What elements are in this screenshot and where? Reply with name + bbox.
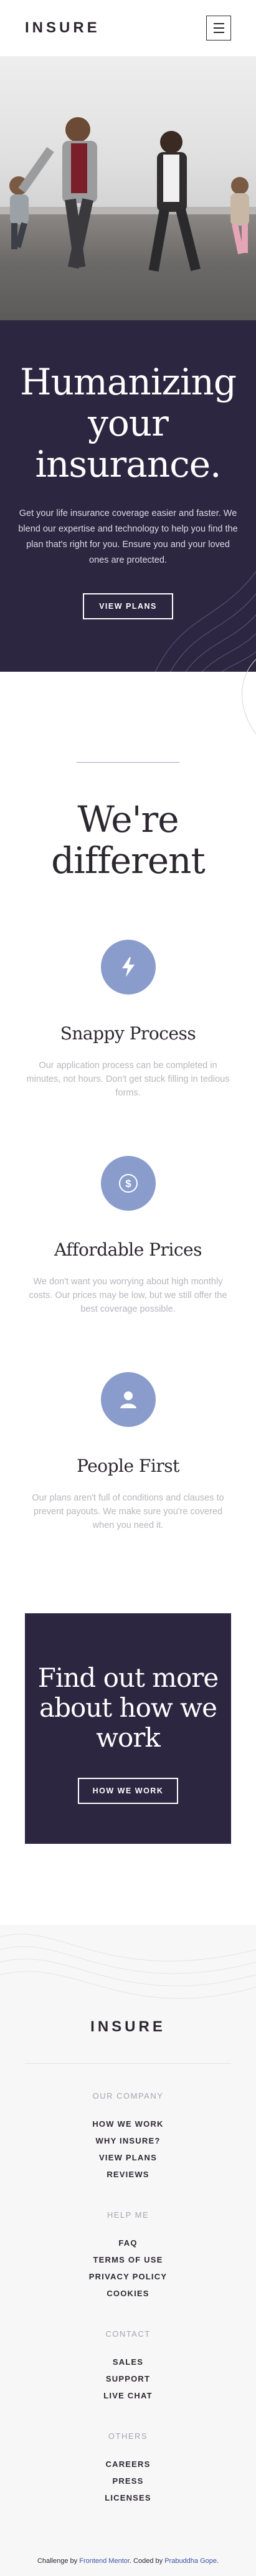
hero-title: Humanizing your insurance. <box>19 361 237 485</box>
site-logo[interactable]: INSURE <box>25 19 100 37</box>
footer-column-contact: CONTACT SALES SUPPORT LIVE CHAT <box>25 2329 231 2404</box>
feature-text: We don't want you worrying about high mo… <box>29 1277 227 1314</box>
footer-column-heading: OTHERS <box>108 2431 148 2441</box>
feature-affordable-prices: $ Affordable Prices We don't want you wo… <box>25 1156 231 1316</box>
footer-link-licenses[interactable]: LICENSES <box>25 2489 231 2506</box>
feature-title: People First <box>77 1456 179 1476</box>
dollar-icon: $ <box>100 1156 156 1211</box>
feature-snappy-process: Snappy Process Our application process c… <box>25 940 231 1100</box>
footer-divider <box>25 2063 231 2064</box>
hero-family-photo <box>0 56 256 320</box>
svg-text:$: $ <box>125 1178 131 1190</box>
decorative-curves-pattern <box>155 571 256 672</box>
feature-text: Our plans aren't full of conditions and … <box>32 1493 224 1530</box>
attribution-prefix: Challenge by <box>37 2557 78 2565</box>
footer-column-others: OTHERS CAREERS PRESS LICENSES <box>25 2431 231 2506</box>
site-footer: INSURE OUR COMPANY HOW WE WORK WHY INSUR… <box>0 1925 256 2576</box>
footer-link-careers[interactable]: CAREERS <box>25 2456 231 2473</box>
footer-column-heading: OUR COMPANY <box>92 2091 164 2101</box>
footer-column-heading: CONTACT <box>105 2329 151 2339</box>
author-link[interactable]: Prabuddha Gope <box>164 2557 217 2565</box>
cta-title: Find out more about how we work <box>37 1662 219 1753</box>
footer-link-cookies[interactable]: COOKIES <box>25 2285 231 2302</box>
footer-logo[interactable]: INSURE <box>25 2018 231 2036</box>
footer-column-help-me: HELP ME FAQ TERMS OF USE PRIVACY POLICY … <box>25 2210 231 2302</box>
footer-link-live-chat[interactable]: LIVE CHAT <box>25 2387 231 2404</box>
footer-link-support[interactable]: SUPPORT <box>25 2370 231 2387</box>
footer-link-sales[interactable]: SALES <box>25 2354 231 2370</box>
feature-title: Affordable Prices <box>54 1239 202 1260</box>
person-icon <box>100 1372 156 1427</box>
footer-column-heading: HELP ME <box>107 2210 149 2220</box>
footer-link-how-we-work[interactable]: HOW WE WORK <box>25 2116 231 2132</box>
attribution: Challenge by Frontend Mentor. Coded by P… <box>25 2557 231 2576</box>
feature-people-first: People First Our plans aren't full of co… <box>25 1372 231 1532</box>
site-header: INSURE <box>0 0 256 56</box>
decorative-curve <box>242 659 256 734</box>
hamburger-icon-bar <box>213 27 224 29</box>
decorative-curves-pattern <box>0 1934 256 1999</box>
family-walking-illustration <box>9 117 249 272</box>
footer-link-view-plans[interactable]: VIEW PLANS <box>25 2149 231 2166</box>
hamburger-icon-bar <box>213 32 224 33</box>
footer-link-faq[interactable]: FAQ <box>25 2235 231 2251</box>
hamburger-icon-bar <box>213 23 224 24</box>
feature-title: Snappy Process <box>60 1023 196 1044</box>
attribution-suffix: . <box>217 2557 219 2565</box>
how-we-work-cta: Find out more about how we work HOW WE W… <box>25 1613 231 1844</box>
hero-section: Humanizing your insurance. Get your life… <box>0 56 256 672</box>
footer-link-why-insure[interactable]: WHY INSURE? <box>25 2132 231 2149</box>
section-divider <box>77 762 179 763</box>
feature-text: Our application process can be completed… <box>26 1061 230 1098</box>
hamburger-menu-button[interactable] <box>206 16 231 41</box>
footer-column-our-company: OUR COMPANY HOW WE WORK WHY INSURE? VIEW… <box>25 2091 231 2183</box>
hero-content: Humanizing your insurance. Get your life… <box>0 320 256 672</box>
how-we-work-button[interactable]: HOW WE WORK <box>77 1778 179 1804</box>
different-section: We're different Snappy Process Our appli… <box>0 659 256 1532</box>
frontend-mentor-link[interactable]: Frontend Mentor <box>79 2557 130 2565</box>
footer-link-terms-of-use[interactable]: TERMS OF USE <box>25 2251 231 2268</box>
footer-link-privacy-policy[interactable]: PRIVACY POLICY <box>25 2268 231 2285</box>
lightning-icon <box>100 940 156 995</box>
different-title: We're different <box>51 798 206 882</box>
attribution-middle: . Coded by <box>129 2557 163 2565</box>
footer-link-press[interactable]: PRESS <box>25 2473 231 2489</box>
footer-link-reviews[interactable]: REVIEWS <box>25 2166 231 2183</box>
